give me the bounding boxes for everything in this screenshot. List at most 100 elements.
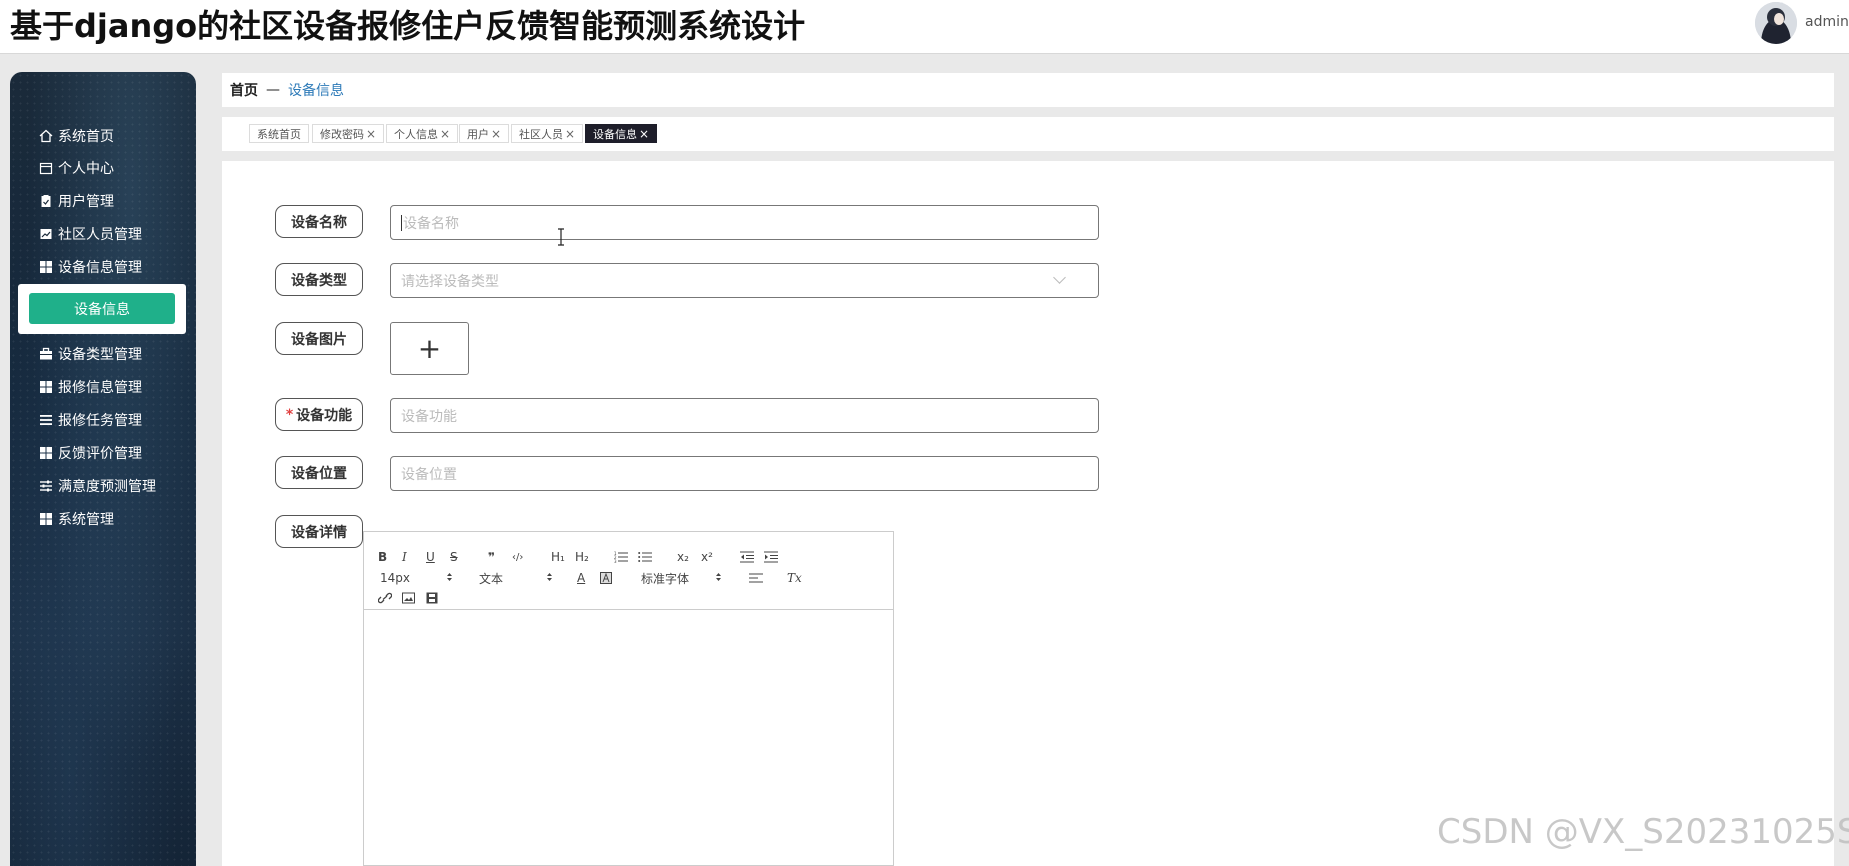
align-icon[interactable]: [749, 570, 763, 586]
device-function-label: * 设备功能: [275, 398, 363, 431]
breadcrumb-current: 设备信息: [288, 83, 344, 99]
sidebar-item-repair-task[interactable]: 报修任务管理: [38, 410, 142, 430]
heading1-button[interactable]: H₁: [551, 549, 565, 565]
sidebar-item-profile[interactable]: 个人中心: [38, 158, 114, 178]
user-name[interactable]: admin: [1805, 14, 1849, 30]
plus-icon: +: [417, 331, 442, 365]
tag-label: 系统首页: [257, 127, 301, 141]
device-type-placeholder: 请选择设备类型: [401, 273, 499, 290]
tag-device-info[interactable]: 设备信息 ×: [585, 124, 658, 143]
code-button[interactable]: ‹/›: [512, 549, 523, 565]
underline-button[interactable]: U: [426, 549, 435, 565]
device-name-label: 设备名称: [275, 205, 363, 238]
italic-button[interactable]: I: [402, 549, 407, 565]
subscript-button[interactable]: x₂: [677, 549, 689, 565]
bold-button[interactable]: B: [378, 549, 387, 565]
breadcrumb-home[interactable]: 首页: [230, 80, 258, 100]
device-name-placeholder: 设备名称: [403, 215, 459, 232]
briefcase-icon: [38, 346, 54, 362]
top-header: 基于django的社区设备报修住户反馈智能预测系统设计 admin: [0, 0, 1849, 54]
device-detail-label: 设备详情: [275, 515, 363, 548]
ordered-list-icon[interactable]: 123: [614, 549, 628, 565]
text-style-select[interactable]: 文本: [479, 570, 503, 586]
sidebar-item-home[interactable]: 系统首页: [38, 126, 114, 146]
superscript-button[interactable]: x²: [701, 549, 713, 565]
tag-users[interactable]: 用户 ×: [459, 124, 510, 143]
sidebar-item-device-type[interactable]: 设备类型管理: [38, 344, 142, 364]
grid-icon: [38, 511, 54, 527]
sidebar-item-label: 社区人员管理: [58, 227, 142, 243]
heading2-button[interactable]: H₂: [575, 549, 589, 565]
sidebar-item-label: 反馈评价管理: [58, 446, 142, 462]
sidebar-item-label: 满意度预测管理: [58, 479, 156, 495]
sidebar-item-satisfaction[interactable]: 满意度预测管理: [38, 476, 156, 496]
indent-icon[interactable]: [764, 549, 778, 565]
quote-button[interactable]: ❞: [488, 549, 495, 565]
font-color-button[interactable]: A: [577, 570, 585, 586]
sidebar-item-label: 个人中心: [58, 161, 114, 177]
updown-arrow-icon: [446, 571, 453, 586]
watermark: CSDN @VX_S20231025S: [1437, 812, 1849, 852]
device-function-label-text: 设备功能: [296, 407, 353, 424]
close-icon[interactable]: ×: [491, 127, 501, 141]
home-icon: [38, 128, 54, 144]
sidebar-item-label: 设备类型管理: [58, 347, 142, 363]
font-size-select[interactable]: 14px: [380, 570, 410, 586]
list-icon: [38, 412, 54, 428]
sidebar-item-label: 报修信息管理: [58, 380, 142, 396]
tag-change-password[interactable]: 修改密码 ×: [312, 124, 385, 143]
sidebar-subitem-device-info[interactable]: 设备信息: [29, 293, 175, 324]
sidebar-item-community-staff[interactable]: 社区人员管理: [38, 224, 142, 244]
device-location-placeholder: 设备位置: [401, 466, 457, 483]
sidebar-item-label: 系统首页: [58, 129, 114, 145]
video-icon[interactable]: [426, 590, 438, 606]
font-family-select[interactable]: 标准字体: [641, 570, 689, 586]
chevron-down-icon: [1053, 271, 1066, 284]
tag-label: 个人信息: [394, 127, 438, 141]
submenu: 设备信息: [18, 284, 186, 334]
tag-label: 设备信息: [593, 127, 637, 141]
clipboard-icon: [38, 193, 54, 209]
tag-label: 修改密码: [320, 127, 364, 141]
device-location-label: 设备位置: [275, 456, 363, 489]
grid-icon: [38, 259, 54, 275]
sidebar-item-repair-info[interactable]: 报修信息管理: [38, 377, 142, 397]
avatar[interactable]: [1755, 2, 1797, 44]
background-color-icon[interactable]: [600, 570, 612, 586]
image-upload-button[interactable]: +: [390, 322, 469, 375]
tag-personal-info[interactable]: 个人信息 ×: [386, 124, 459, 143]
close-icon[interactable]: ×: [366, 127, 376, 141]
link-icon[interactable]: [378, 590, 392, 606]
grid-icon: [38, 445, 54, 461]
sliders-icon: [38, 478, 54, 494]
close-icon[interactable]: ×: [440, 127, 450, 141]
outdent-icon[interactable]: [740, 549, 754, 565]
text-cursor-icon: [556, 228, 566, 250]
image-icon[interactable]: [402, 590, 415, 606]
rich-text-editor: B I U S ❞ ‹/› H₁ H₂ 123 x₂ x² 14px 文本 A: [363, 531, 894, 866]
sidebar-item-users[interactable]: 用户管理: [38, 191, 114, 211]
tag-label: 用户: [467, 127, 489, 141]
device-name-input[interactable]: 设备名称: [390, 205, 1099, 240]
sidebar-item-device-info[interactable]: 设备信息管理: [38, 257, 142, 277]
device-function-input[interactable]: 设备功能: [390, 398, 1099, 433]
sidebar-item-label: 用户管理: [58, 194, 114, 210]
strike-button[interactable]: S: [450, 549, 458, 565]
tag-label: 社区人员: [519, 127, 563, 141]
tags-bar: 系统首页 修改密码 × 个人信息 × 用户 × 社区人员 × 设备信息 ×: [222, 117, 1834, 151]
close-icon[interactable]: ×: [565, 127, 575, 141]
sidebar-item-feedback[interactable]: 反馈评价管理: [38, 443, 142, 463]
sidebar-item-system[interactable]: 系统管理: [38, 509, 114, 529]
clear-format-button[interactable]: Tx: [787, 570, 802, 586]
breadcrumb: 首页 — 设备信息: [222, 73, 1834, 107]
sidebar-item-label: 系统管理: [58, 512, 114, 528]
sidebar-item-label: 报修任务管理: [58, 413, 142, 429]
device-type-select[interactable]: 请选择设备类型: [390, 263, 1099, 298]
close-icon[interactable]: ×: [639, 127, 649, 141]
text-cursor: [401, 214, 402, 231]
device-location-input[interactable]: 设备位置: [390, 456, 1099, 491]
bullet-list-icon[interactable]: [638, 549, 652, 565]
tag-community-staff[interactable]: 社区人员 ×: [511, 124, 584, 143]
device-type-label: 设备类型: [275, 263, 363, 296]
tag-home[interactable]: 系统首页: [249, 124, 309, 143]
